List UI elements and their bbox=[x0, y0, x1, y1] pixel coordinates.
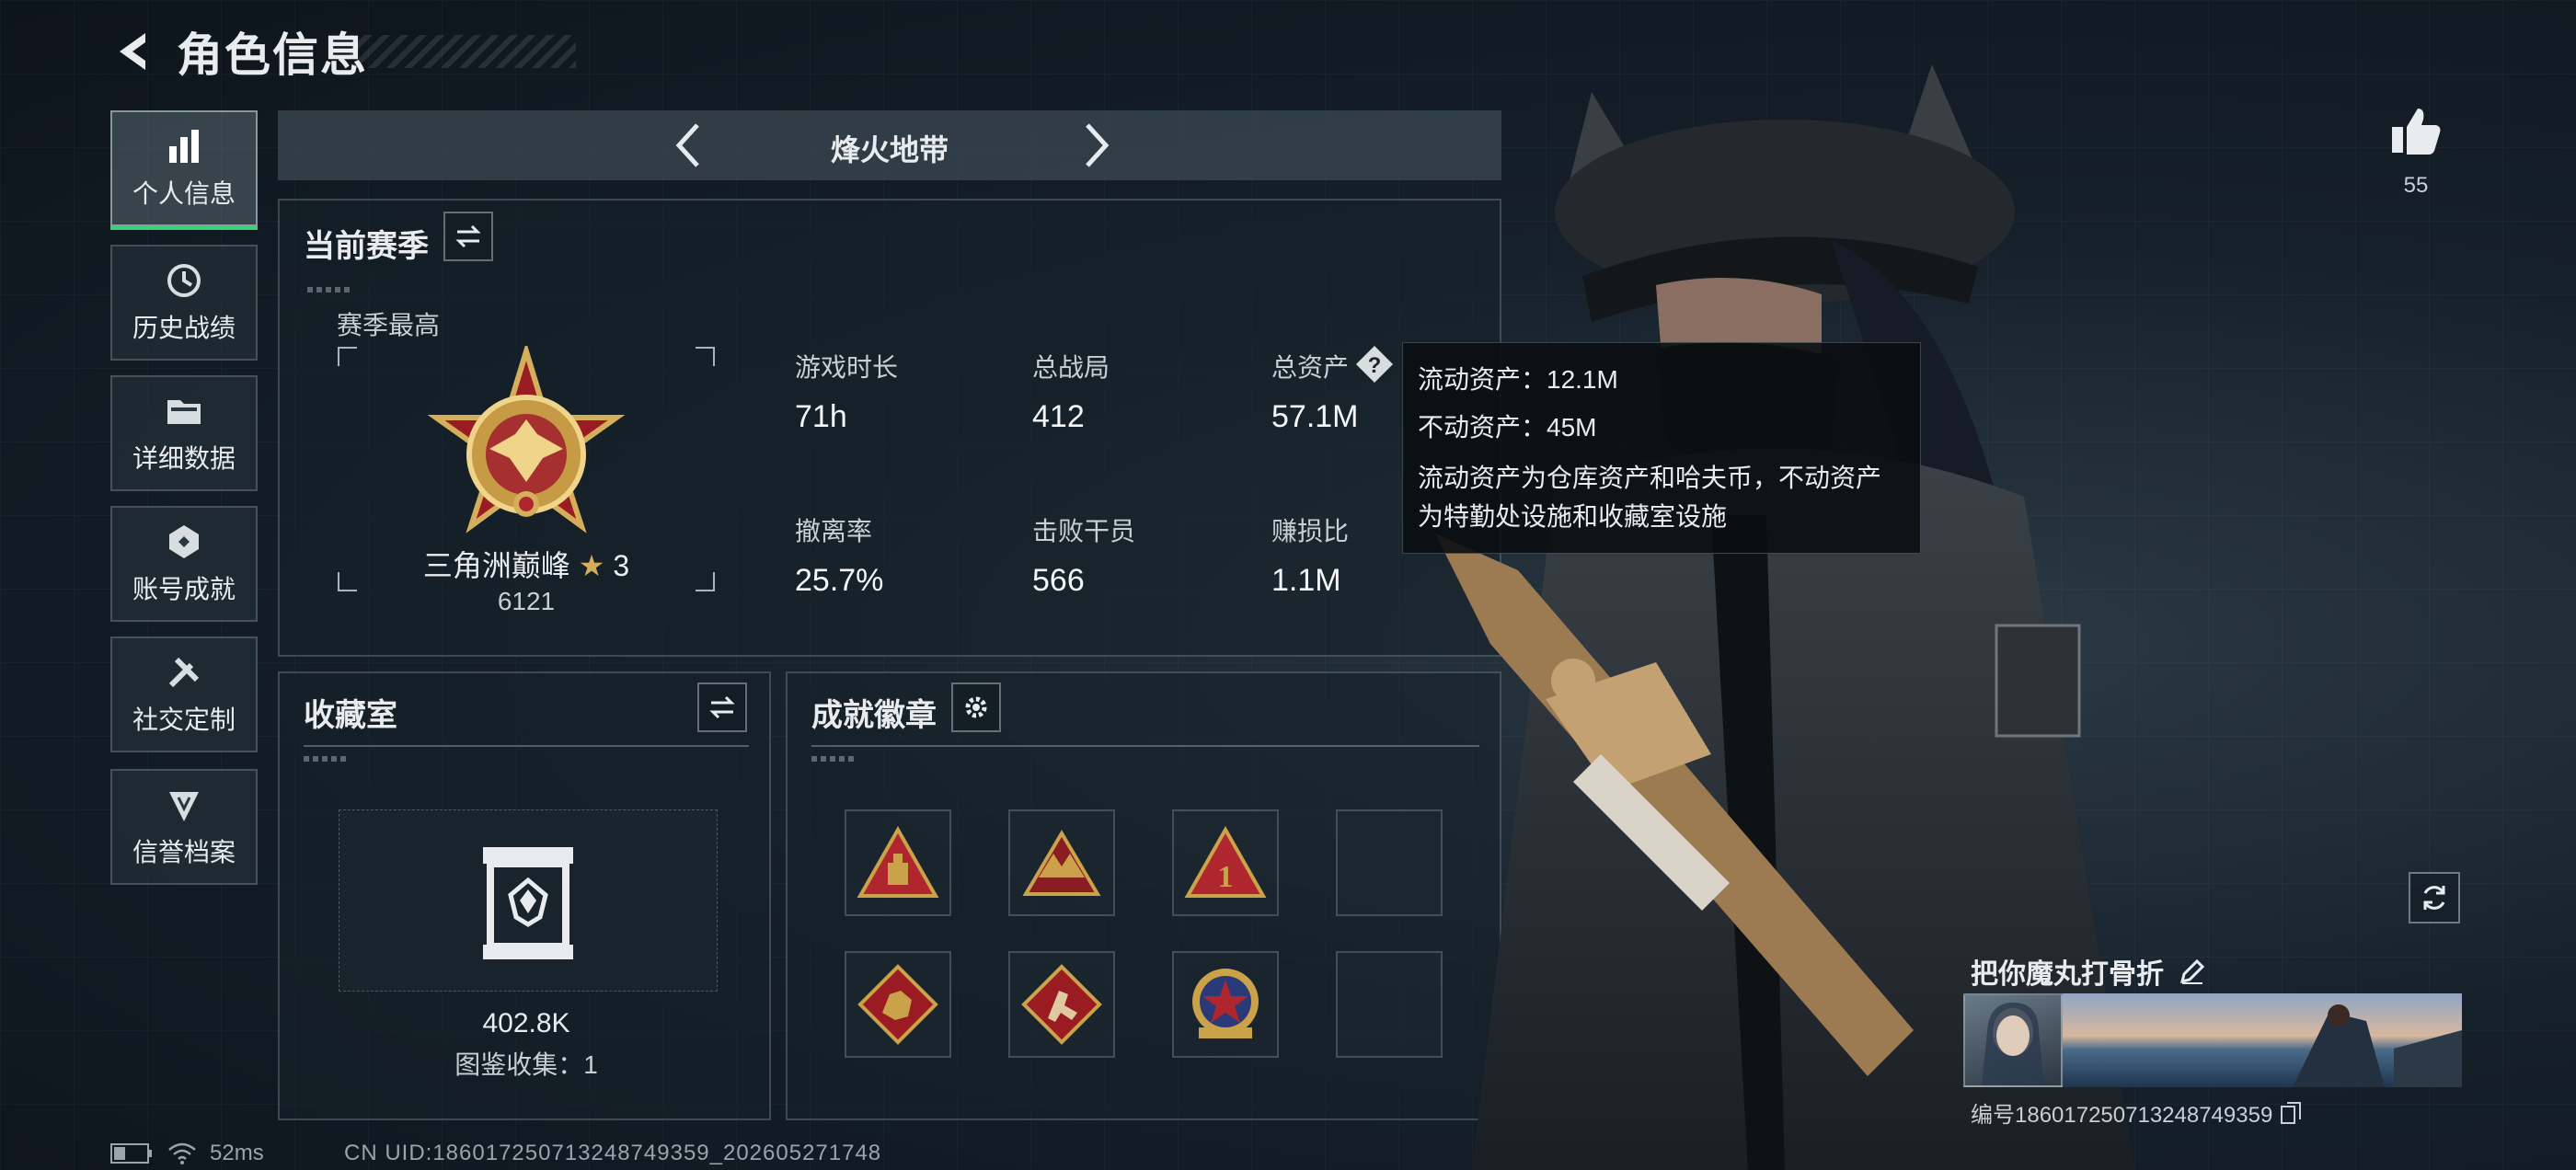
folder-icon bbox=[167, 400, 201, 424]
refresh-button[interactable] bbox=[2409, 872, 2460, 923]
stat-total-assets: 总资产 57.1M bbox=[1271, 353, 1359, 434]
title-decoration bbox=[350, 35, 576, 68]
badge-slot-6[interactable] bbox=[1008, 951, 1115, 1058]
tooltip-description: 流动资产为仓库资产和哈夫币，不动资产 为特勤处设施和收藏室设施 bbox=[1418, 464, 1882, 531]
mode-selector: 烽火地带 bbox=[278, 110, 1501, 180]
sidebar-item-detail-data[interactable]: 详细数据 bbox=[110, 375, 258, 491]
mode-title: 烽火地带 bbox=[830, 133, 949, 166]
badge-slot-3[interactable]: 1 bbox=[1172, 809, 1279, 916]
sidebar-item-label: 个人信息 bbox=[132, 179, 236, 208]
collection-catalog: 图鉴收集：1 bbox=[454, 1050, 598, 1079]
tooltip-liquid-assets: 流动资产：12.1M bbox=[1418, 365, 1618, 394]
svg-text:1: 1 bbox=[1218, 860, 1234, 894]
player-id: 编号1860172507132487493​59 bbox=[1971, 1103, 2273, 1128]
badge-slot-7[interactable] bbox=[1172, 951, 1279, 1058]
badge-slot-5[interactable] bbox=[845, 951, 951, 1058]
rank-stars: 3 bbox=[613, 549, 630, 582]
sidebar-item-label: 账号成就 bbox=[132, 575, 236, 603]
page-title: 角色信息 bbox=[177, 29, 368, 81]
achievement-icon bbox=[169, 525, 199, 558]
rank-emblem-icon bbox=[427, 346, 626, 533]
collection-switch-button[interactable] bbox=[697, 682, 747, 732]
collection-value: 402.8K bbox=[482, 1008, 570, 1038]
badge-slot-2[interactable] bbox=[1008, 809, 1115, 916]
next-mode-button[interactable] bbox=[1067, 118, 1122, 173]
decoration bbox=[307, 287, 350, 292]
rank-name: 三角洲巅峰 bbox=[422, 549, 570, 582]
sidebar-item-history[interactable]: 历史战绩 bbox=[110, 245, 258, 361]
swap-icon bbox=[709, 695, 735, 719]
svg-text:?: ? bbox=[1368, 353, 1382, 378]
badge-slot-empty[interactable] bbox=[1336, 809, 1443, 916]
season-panel: 当前赛季 赛季最高 三角洲巅峰 ★ 3 6121 游戏时长 71h 总战局 412 … bbox=[278, 199, 1501, 657]
help-icon[interactable]: ? bbox=[1354, 344, 1395, 384]
decoration bbox=[811, 756, 854, 762]
stat-profit-ratio: 赚损比 1.1M bbox=[1271, 517, 1350, 598]
banner-scene-image bbox=[2293, 1004, 2462, 1087]
sidebar-item-achievements[interactable]: 账号成就 bbox=[110, 506, 258, 622]
sidebar-item-reputation[interactable]: 信誉档案 bbox=[110, 769, 258, 885]
season-title: 当前赛季 bbox=[304, 229, 429, 264]
stat-play-time: 游戏时长 71h bbox=[795, 353, 899, 434]
diamond-badge-icon bbox=[857, 964, 938, 1045]
sidebar-item-personal-info[interactable]: 个人信息 bbox=[110, 110, 258, 230]
badges-settings-button[interactable] bbox=[951, 682, 1001, 732]
stat-extraction-rate: 撤离率 25.7% bbox=[795, 517, 884, 598]
divider bbox=[811, 745, 1479, 747]
back-arrow-icon[interactable] bbox=[109, 28, 156, 75]
tools-icon bbox=[168, 657, 200, 688]
triangle-badge-icon bbox=[1022, 830, 1101, 896]
sidebar-item-label: 历史战绩 bbox=[132, 314, 236, 342]
star-icon: ★ bbox=[578, 549, 605, 582]
triangle-badge-icon bbox=[857, 826, 939, 898]
season-switch-button[interactable] bbox=[443, 212, 493, 261]
badges-panel: 成就徽章 1 bbox=[786, 671, 1501, 1120]
display-case-icon bbox=[483, 847, 573, 959]
assets-tooltip: 流动资产：12.1M 不动资产：45M 流动资产为仓库资产和哈夫币，不动资产 为特… bbox=[1402, 342, 1921, 554]
divider bbox=[304, 745, 749, 747]
rank-name-row: 三角洲巅峰 ★ 3 bbox=[337, 543, 716, 585]
sidebar-item-label: 详细数据 bbox=[132, 444, 236, 473]
shield-icon bbox=[169, 792, 199, 821]
badges-title: 成就徽章 bbox=[811, 698, 937, 733]
stat-kills: 击败干员 566 bbox=[1032, 517, 1136, 598]
collection-title: 收藏室 bbox=[304, 698, 397, 733]
sidebar-item-social[interactable]: 社交定制 bbox=[110, 637, 258, 752]
player-id-row: 编号1860172507132487493​59 bbox=[1971, 1096, 2302, 1129]
collection-panel: 收藏室 402.8K 图鉴收集：1 bbox=[278, 671, 771, 1120]
thumbs-up-icon[interactable] bbox=[2388, 103, 2444, 158]
season-best-label: 赛季最高 bbox=[337, 311, 441, 339]
status-bar: 52ms bbox=[110, 1141, 264, 1166]
player-nickname: 把你魔丸打骨折 bbox=[1971, 959, 2164, 990]
diamond-badge-icon bbox=[1021, 964, 1102, 1045]
avatar-portrait-icon bbox=[1982, 1003, 2044, 1085]
badge-slot-empty[interactable] bbox=[1336, 951, 1443, 1058]
sidebar-item-label: 信誉档案 bbox=[132, 838, 236, 866]
edit-icon[interactable] bbox=[2179, 958, 2206, 985]
rank-score: 6121 bbox=[497, 587, 556, 615]
triangle-badge-icon: 1 bbox=[1184, 826, 1267, 898]
gear-icon bbox=[965, 696, 987, 718]
copy-icon[interactable] bbox=[2280, 1101, 2302, 1125]
refresh-icon bbox=[2423, 886, 2445, 910]
player-name-row: 把你魔丸打骨折 bbox=[1971, 951, 2206, 992]
player-avatar[interactable] bbox=[1963, 993, 2063, 1087]
badge-slot-1[interactable] bbox=[845, 809, 951, 916]
stat-total-matches: 总战局 412 bbox=[1032, 353, 1110, 434]
page-header: 角色信息 bbox=[109, 22, 368, 81]
round-badge-icon bbox=[1192, 969, 1259, 1038]
ping-value: 52ms bbox=[210, 1141, 264, 1165]
bar-chart-icon bbox=[169, 130, 199, 163]
client-uid: CN UID:1860172507132487493​59_2026052717… bbox=[344, 1141, 882, 1165]
tooltip-fixed-assets: 不动资产：45M bbox=[1418, 413, 1597, 442]
decoration bbox=[304, 756, 346, 762]
collection-preview[interactable] bbox=[339, 809, 718, 992]
history-icon bbox=[167, 264, 201, 297]
swap-icon bbox=[455, 224, 481, 248]
sidebar-item-label: 社交定制 bbox=[132, 705, 236, 734]
battery-icon bbox=[110, 1143, 152, 1164]
wifi-icon bbox=[168, 1142, 196, 1164]
player-banner[interactable] bbox=[2063, 993, 2462, 1087]
like-count: 55 bbox=[2403, 173, 2429, 198]
